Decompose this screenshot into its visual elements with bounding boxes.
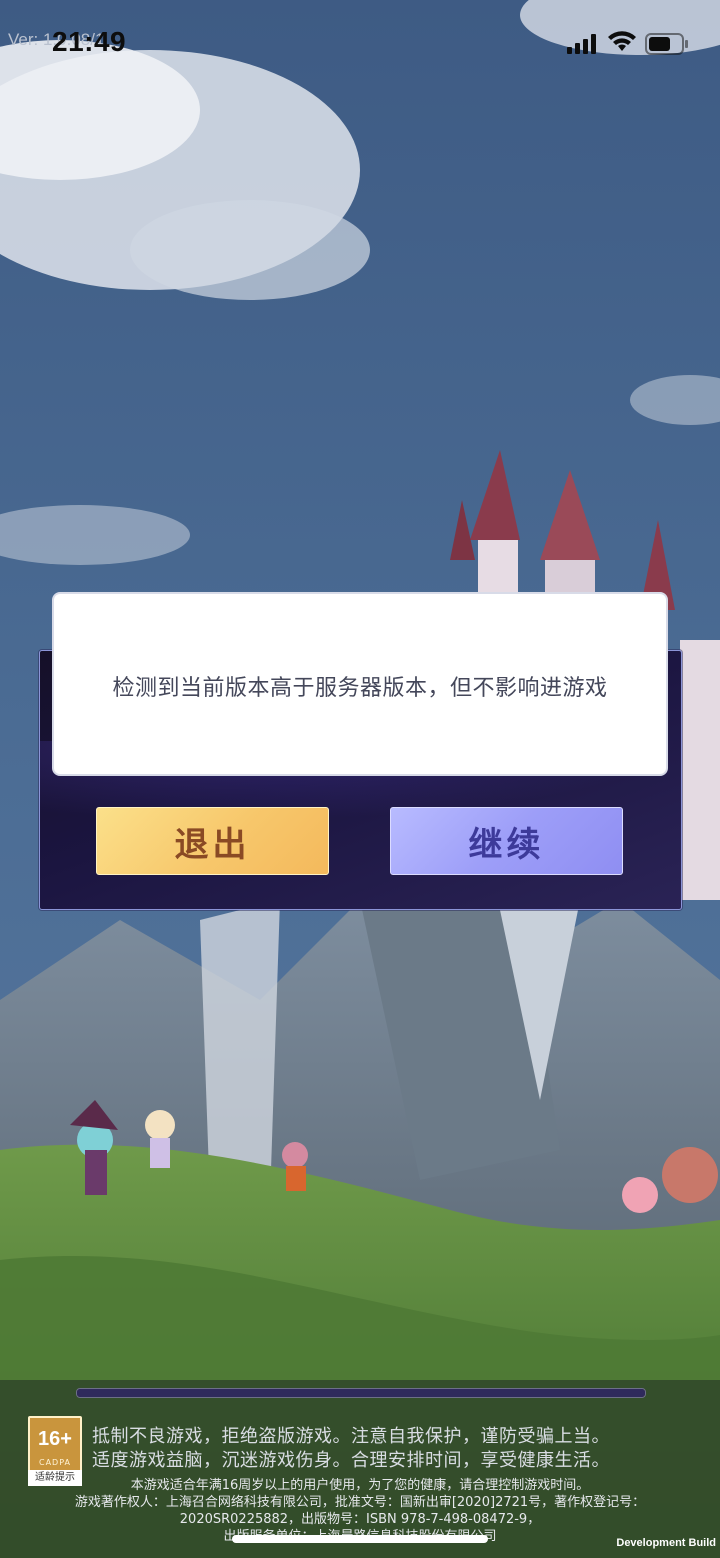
battery-icon: [645, 33, 688, 55]
loading-progress-bar: [76, 1388, 646, 1398]
age-rating-org: CADPA: [38, 1458, 71, 1467]
loading-progress-fill: [77, 1389, 645, 1397]
cellular-signal-icon: [567, 34, 596, 54]
home-indicator[interactable]: [232, 1535, 488, 1543]
continue-button[interactable]: 继续: [390, 807, 623, 875]
age-rating-number: 16+: [38, 1428, 72, 1450]
health-notice-line-2: 适度游戏益脑，沉迷游戏伤身。合理安排时间，享受健康生活。: [92, 1450, 610, 1471]
dialog-message: 检测到当前版本高于服务器版本，但不影响进游戏: [112, 676, 608, 701]
status-time: 21:49: [52, 26, 127, 57]
exit-button[interactable]: 退出: [96, 807, 329, 875]
development-build-label: Development Build: [616, 1537, 716, 1549]
health-notice-line-1: 抵制不良游戏，拒绝盗版游戏。注意自我保护，谨防受骗上当。: [92, 1426, 610, 1447]
wifi-icon: [608, 31, 636, 51]
status-bar: Ver: 1.0.08/1 21:49: [0, 0, 720, 90]
dialog-message-panel: 检测到当前版本高于服务器版本，但不影响进游戏: [52, 592, 668, 776]
